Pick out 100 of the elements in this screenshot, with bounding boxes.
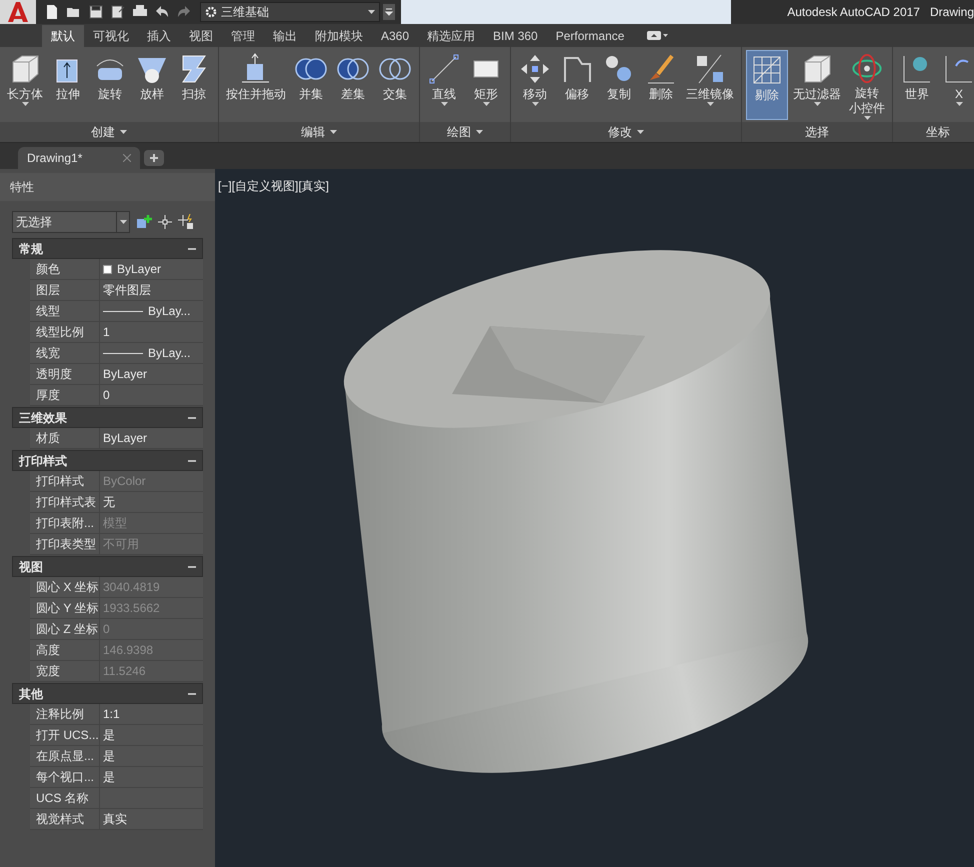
property-label: 圆心 Y 坐标 [30, 598, 100, 618]
ribbon-tool-button[interactable]: 世界 [897, 50, 937, 120]
caret-icon [120, 220, 126, 224]
property-label: 宽度 [30, 661, 100, 681]
caret-icon [440, 102, 448, 106]
ribbon-tab[interactable]: Performance [546, 25, 634, 47]
property-label: 打印表类型 [30, 534, 100, 554]
workspace-dropdown[interactable]: 三维基础 [200, 2, 380, 22]
ribbon-tab[interactable]: 输出 [264, 25, 306, 47]
property-label: 打印样式 [30, 471, 100, 491]
property-value: 不可用 [102, 536, 140, 553]
close-icon[interactable] [123, 154, 131, 162]
ribbon-tool-button[interactable]: 拉伸 [48, 50, 88, 120]
viewport-controls-label[interactable]: [−][自定义视图][真实] [218, 177, 330, 195]
property-value: 146.9398 [102, 642, 154, 659]
property-value: 零件图层 [102, 282, 152, 299]
caret-icon [814, 102, 820, 106]
ribbon-tab[interactable]: 视图 [180, 25, 222, 47]
toggle-pickadd-icon[interactable] [178, 214, 194, 230]
section-header[interactable]: 视图 [12, 556, 203, 577]
ribbon-tool-button[interactable]: 移动 [515, 50, 555, 120]
line-icon [427, 52, 461, 86]
caret-icon [476, 130, 483, 134]
caret-icon [330, 130, 337, 134]
save-icon[interactable] [88, 4, 104, 20]
caret-icon [706, 102, 714, 106]
ribbon-tool-button[interactable]: 旋转 [90, 50, 130, 120]
property-label: 线宽 [30, 343, 100, 363]
ribbon-tool-button[interactable]: 偏移 [557, 50, 597, 120]
property-label: UCS 名称 [30, 788, 100, 808]
property-value: 0 [102, 621, 111, 638]
ribbon-tool-button[interactable]: 交集 [375, 50, 415, 120]
gear-icon [205, 6, 217, 18]
property-label: 线型比例 [30, 322, 100, 342]
property-value: ByLayer [102, 430, 148, 447]
ribbon-tool-button[interactable]: 按住并拖动 [223, 50, 289, 120]
document-tab[interactable]: Drawing1* [18, 147, 140, 169]
ribbon-tab[interactable]: 管理 [222, 25, 264, 47]
quick-select-icon[interactable] [136, 214, 152, 230]
customize-menu-icon[interactable] [383, 4, 395, 20]
ribbon-tool-button[interactable]: X [939, 50, 974, 120]
crosshair-icon[interactable] [158, 215, 172, 229]
ribbon-tool-button[interactable]: 直线 [424, 50, 464, 120]
property-value: 无 [102, 494, 116, 511]
property-label: 打印样式表 [30, 492, 100, 512]
property-value: ByLayer [100, 259, 203, 279]
caret-icon [956, 102, 962, 106]
ribbon-tab[interactable]: 可视化 [84, 25, 138, 47]
ribbon-group-label[interactable]: 坐标 [893, 122, 974, 142]
caret-icon [368, 10, 375, 14]
property-label: 图层 [30, 280, 100, 300]
ribbon-tool-button[interactable]: 差集 [333, 50, 373, 120]
property-label: 圆心 Z 坐标 [30, 619, 100, 639]
panel-title: 特性 [10, 179, 34, 196]
ribbon-tab[interactable]: A360 [372, 25, 418, 47]
ribbon-tool-button[interactable]: 三维镜像 [683, 50, 737, 120]
ribbon-group-label[interactable]: 编辑 [219, 122, 419, 142]
property-value: 是 [102, 769, 116, 786]
ribbon-tab[interactable]: 精选应用 [418, 25, 484, 47]
property-value: 是 [102, 727, 116, 744]
ribbon-group-label[interactable]: 创建 [0, 122, 218, 142]
ribbon-tool-button[interactable]: 剔除 [746, 50, 788, 120]
ribbon-tab[interactable]: 附加模块 [306, 25, 372, 47]
property-value: 真实 [102, 811, 128, 828]
section-header[interactable]: 常规 [12, 238, 203, 259]
panel-toggle-icon[interactable] [647, 31, 670, 41]
ribbon-tab[interactable]: BIM 360 [484, 25, 547, 47]
ribbon-group-label[interactable]: 选择 [742, 122, 892, 142]
ribbon-tool-button[interactable]: 复制 [599, 50, 639, 120]
ribbon-tool-button[interactable]: 长方体 [4, 50, 46, 120]
ribbon-tool-button[interactable]: 无过滤器 [790, 50, 844, 120]
ribbon-tool-button[interactable]: 并集 [291, 50, 331, 120]
ribbon-tab[interactable]: 默认 [42, 25, 84, 47]
property-value: 1933.5662 [102, 600, 161, 617]
ribbon-group-label[interactable]: 绘图 [420, 122, 510, 142]
ribbon-tool-button[interactable]: 删除 [641, 50, 681, 120]
section-header[interactable]: 三维效果 [12, 407, 203, 428]
new-file-icon[interactable] [44, 4, 60, 20]
selection-dropdown[interactable]: 无选择 [12, 211, 130, 233]
add-tab-icon[interactable] [144, 150, 164, 166]
property-value: 是 [102, 748, 116, 765]
section-header[interactable]: 其他 [12, 683, 203, 704]
ribbon-tool-button[interactable]: 扫掠 [174, 50, 214, 120]
section-header[interactable]: 打印样式 [12, 450, 203, 471]
ribbon-tool-button[interactable]: 放样 [132, 50, 172, 120]
caret-icon [482, 102, 490, 106]
document-title: Drawing [930, 4, 974, 21]
app-menu-button[interactable] [0, 0, 36, 24]
property-value: 1:1 [102, 706, 121, 723]
ribbon-group-label[interactable]: 修改 [511, 122, 741, 142]
ribbon-tool-button[interactable]: 矩形 [466, 50, 506, 120]
property-value: 0 [102, 387, 111, 404]
property-value: ByLayer [102, 366, 148, 383]
property-label: 透明度 [30, 364, 100, 384]
caret-icon [120, 130, 127, 134]
caret-icon [532, 102, 538, 106]
ribbon-tool-button[interactable]: 旋转 小控件 [846, 50, 888, 120]
ribbon-tab[interactable]: 插入 [138, 25, 180, 47]
save-as-icon[interactable] [110, 4, 126, 20]
property-label: 高度 [30, 640, 100, 660]
